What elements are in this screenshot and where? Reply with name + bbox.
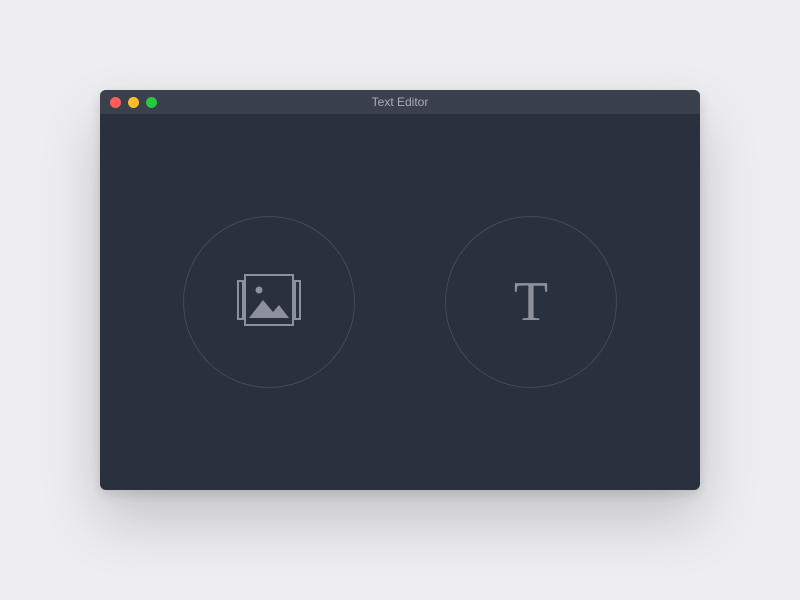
close-button[interactable] xyxy=(110,97,121,108)
window-body: T xyxy=(100,114,700,490)
text-icon: T xyxy=(514,274,548,330)
insert-image-option[interactable] xyxy=(183,216,355,388)
titlebar: Text Editor xyxy=(100,90,700,114)
insert-text-option[interactable]: T xyxy=(445,216,617,388)
window-title: Text Editor xyxy=(100,95,700,109)
traffic-lights xyxy=(100,97,157,108)
maximize-button[interactable] xyxy=(146,97,157,108)
image-gallery-icon xyxy=(237,274,301,331)
app-window: Text Editor T xyxy=(100,90,700,490)
minimize-button[interactable] xyxy=(128,97,139,108)
